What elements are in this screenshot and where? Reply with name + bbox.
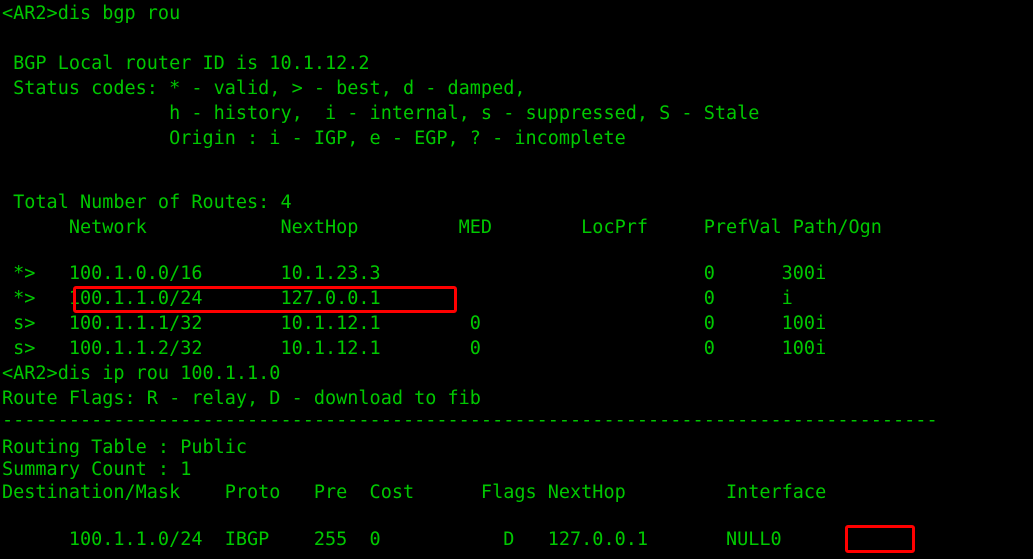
terminal-line: h - history, i - internal, s - suppresse… (2, 103, 760, 124)
terminal-line: Origin : i - IGP, e - EGP, ? - incomplet… (2, 128, 626, 149)
terminal-line: <AR2>dis bgp rou (2, 3, 181, 24)
terminal-line: BGP Local router ID is 10.1.12.2 (2, 53, 370, 74)
terminal-line: s> 100.1.1.1/32 10.1.12.1 0 0 100i (2, 313, 827, 334)
separator-line: ----------------------------------------… (2, 410, 938, 431)
terminal-output[interactable]: <AR2>dis bgp rou BGP Local router ID is … (0, 0, 1033, 559)
terminal-line: Route Flags: R - relay, D - download to … (2, 388, 481, 409)
terminal-line: <AR2>dis ip rou 100.1.1.0 (2, 363, 281, 384)
terminal-line: Routing Table : Public (2, 437, 248, 458)
terminal-line: 100.1.1.0/24 IBGP 255 0 D 127.0.0.1 NULL… (2, 529, 782, 550)
terminal-line: s> 100.1.1.2/32 10.1.12.1 0 0 100i (2, 338, 827, 359)
terminal-line: *> 100.1.1.0/24 127.0.0.1 0 i (2, 288, 793, 309)
terminal-line: Total Number of Routes: 4 (2, 192, 292, 213)
terminal-line: *> 100.1.0.0/16 10.1.23.3 0 300i (2, 263, 827, 284)
highlight-box-null0-interface (845, 525, 915, 553)
terminal-line: Destination/Mask Proto Pre Cost Flags Ne… (2, 482, 827, 503)
terminal-line: Network NextHop MED LocPrf PrefVal Path/… (2, 217, 882, 238)
terminal-line: Status codes: * - valid, > - best, d - d… (2, 78, 526, 99)
terminal-line: Summary Count : 1 (2, 459, 192, 480)
